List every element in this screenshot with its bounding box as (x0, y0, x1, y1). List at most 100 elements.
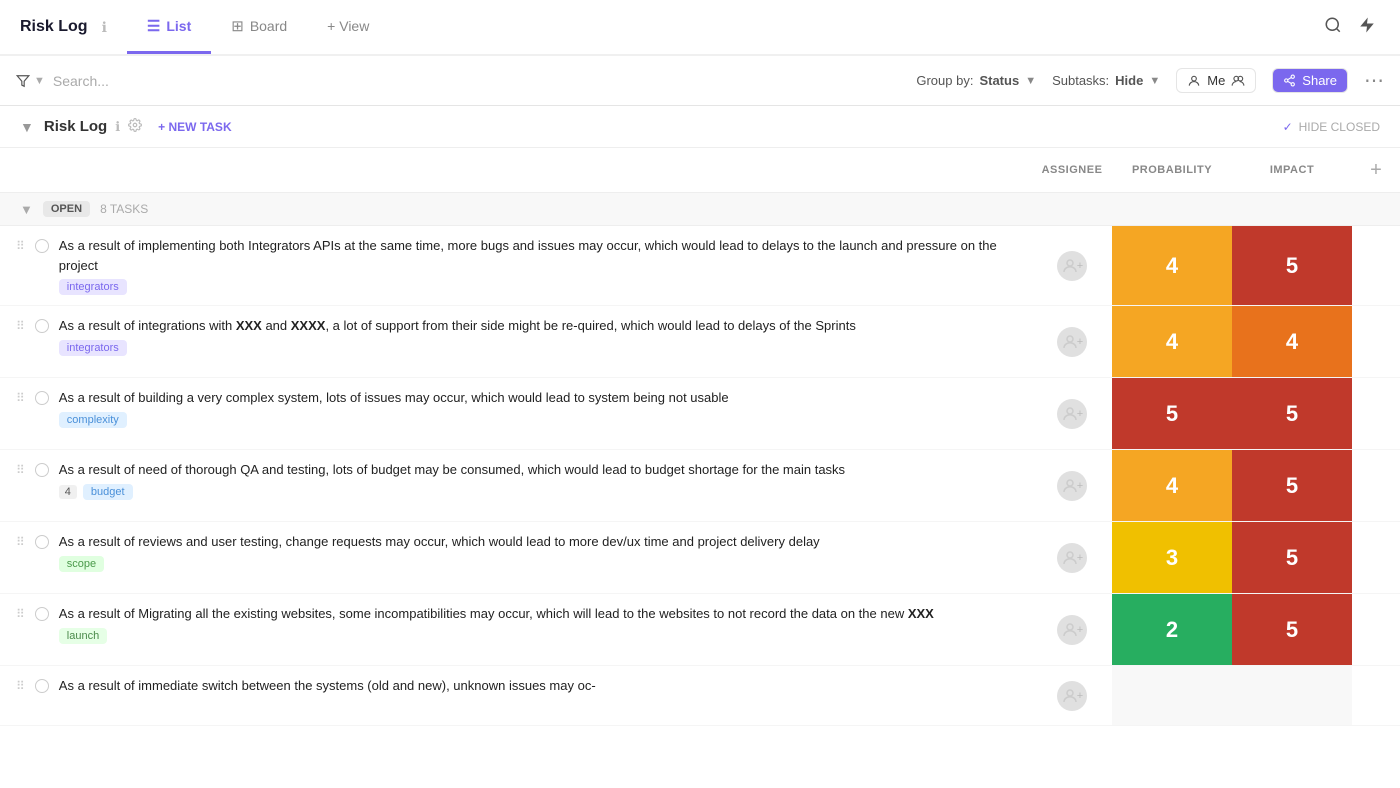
drag-handle[interactable]: ⠿ (16, 679, 25, 693)
section-title: Risk Log (44, 118, 107, 135)
impact-cell-5: 5 (1232, 522, 1352, 593)
probability-cell-4: 4 (1112, 450, 1232, 521)
me-group-control[interactable]: Me (1176, 68, 1256, 93)
group-collapse-button[interactable]: ▼ (20, 202, 33, 217)
task-assignee-1: + (1032, 226, 1112, 305)
task-checkbox-5[interactable] (35, 535, 49, 549)
task-text-2: As a result of integrations with XXX and… (59, 316, 1016, 336)
task-text-6: As a result of Migrating all the existin… (59, 604, 1016, 624)
avatar-2[interactable]: + (1057, 327, 1087, 357)
task-text-1: As a result of implementing both Integra… (59, 236, 1016, 275)
search-input[interactable]: Search... (53, 73, 916, 89)
task-assignee-2: + (1032, 306, 1112, 377)
drag-handle[interactable]: ⠿ (16, 319, 25, 333)
app-title: Risk Log (20, 18, 88, 36)
impact-cell-7 (1232, 666, 1352, 725)
task-right-cells-7 (1112, 666, 1352, 725)
task-right-cells-5: 3 5 (1112, 522, 1352, 593)
task-checkbox-4[interactable] (35, 463, 49, 477)
drag-handle[interactable]: ⠿ (16, 607, 25, 621)
toolbar-right: Group by: Status ▼ Subtasks: Hide ▼ Me S… (916, 68, 1384, 93)
section-settings-icon[interactable] (128, 118, 142, 135)
row-add-5 (1352, 522, 1400, 593)
task-main-6: ⠿ As a result of Migrating all the exist… (0, 594, 1032, 665)
title-info-icon[interactable]: ℹ (102, 19, 107, 36)
subtasks-control: Subtasks: Hide ▼ (1052, 73, 1160, 88)
filter-chevron: ▼ (34, 75, 45, 87)
task-content-5: As a result of reviews and user testing,… (59, 532, 1016, 572)
tag-launch[interactable]: launch (59, 628, 107, 644)
list-area: ▼ Risk Log ℹ + NEW TASK ✓ HIDE CLOSED AS… (0, 106, 1400, 788)
tag-scope[interactable]: scope (59, 556, 104, 572)
probability-value-2: 4 (1112, 306, 1232, 377)
avatar-7[interactable]: + (1057, 681, 1087, 711)
avatar-6[interactable]: + (1057, 615, 1087, 645)
tab-list[interactable]: ☰ List (127, 0, 211, 54)
share-button[interactable]: Share (1272, 68, 1348, 93)
task-tags-6: launch (59, 628, 1016, 644)
board-icon: ⊞ (231, 17, 244, 35)
table-row: ⠿ As a result of reviews and user testin… (0, 522, 1400, 594)
task-content-1: As a result of implementing both Integra… (59, 236, 1016, 295)
avatar-1[interactable]: + (1057, 251, 1087, 281)
probability-value-4: 4 (1112, 450, 1232, 521)
task-checkbox-2[interactable] (35, 319, 49, 333)
task-checkbox-6[interactable] (35, 607, 49, 621)
tab-board[interactable]: ⊞ Board (211, 0, 307, 54)
add-column-button[interactable]: + (1360, 154, 1392, 186)
impact-col-header: IMPACT (1232, 164, 1352, 176)
task-content-3: As a result of building a very complex s… (59, 388, 1016, 428)
tag-complexity[interactable]: complexity (59, 412, 127, 428)
probability-cell-5: 3 (1112, 522, 1232, 593)
probability-cell-3: 5 (1112, 378, 1232, 449)
new-task-button[interactable]: + NEW TASK (158, 120, 231, 134)
tag-budget[interactable]: budget (83, 484, 133, 500)
drag-handle[interactable]: ⠿ (16, 463, 25, 477)
task-content-7: As a result of immediate switch between … (59, 676, 1016, 700)
tag-integrators[interactable]: integrators (59, 279, 127, 295)
task-content-2: As a result of integrations with XXX and… (59, 316, 1016, 356)
drag-handle[interactable]: ⠿ (16, 239, 25, 253)
impact-value-7 (1232, 666, 1352, 725)
probability-cell-6: 2 (1112, 594, 1232, 665)
lightning-button[interactable] (1354, 12, 1380, 43)
task-checkbox-3[interactable] (35, 391, 49, 405)
probability-cell-7 (1112, 666, 1232, 725)
search-button[interactable] (1320, 12, 1346, 43)
drag-handle[interactable]: ⠿ (16, 535, 25, 549)
task-assignee-3: + (1032, 378, 1112, 449)
table-row: ⠿ As a result of need of thorough QA and… (0, 450, 1400, 522)
row-add-4 (1352, 450, 1400, 521)
task-tags-3: complexity (59, 412, 1016, 428)
group-by-chevron-icon[interactable]: ▼ (1025, 75, 1036, 87)
task-assignee-6: + (1032, 594, 1112, 665)
probability-value-5: 3 (1112, 522, 1232, 593)
task-right-cells-3: 5 5 (1112, 378, 1352, 449)
section-collapse-button[interactable]: ▼ (20, 119, 34, 135)
tag-integrators-2[interactable]: integrators (59, 340, 127, 356)
filter-button[interactable]: ▼ (16, 74, 45, 88)
hide-closed-button[interactable]: ✓ HIDE CLOSED (1283, 120, 1380, 134)
avatar-5[interactable]: + (1057, 543, 1087, 573)
task-assignee-7: + (1032, 666, 1112, 725)
table-row: ⠿ As a result of immediate switch betwee… (0, 666, 1400, 726)
avatar-4[interactable]: + (1057, 471, 1087, 501)
task-tags-5: scope (59, 556, 1016, 572)
impact-cell-3: 5 (1232, 378, 1352, 449)
drag-handle[interactable]: ⠿ (16, 391, 25, 405)
task-tags-1: integrators (59, 279, 1016, 295)
section-info-icon[interactable]: ℹ (115, 119, 120, 135)
probability-value-6: 2 (1112, 594, 1232, 665)
probability-col-header: PROBABILITY (1112, 164, 1232, 176)
task-checkbox-7[interactable] (35, 679, 49, 693)
task-main-2: ⠿ As a result of integrations with XXX a… (0, 306, 1032, 377)
task-content-4: As a result of need of thorough QA and t… (59, 460, 1016, 500)
header-actions (1320, 12, 1400, 43)
add-view-button[interactable]: + View (307, 0, 389, 54)
subtasks-chevron-icon[interactable]: ▼ (1149, 75, 1160, 87)
task-assignee-4: + (1032, 450, 1112, 521)
task-checkbox-1[interactable] (35, 239, 49, 253)
avatar-3[interactable]: + (1057, 399, 1087, 429)
more-options-button[interactable]: ⋯ (1364, 68, 1384, 93)
impact-value-6: 5 (1232, 594, 1352, 665)
